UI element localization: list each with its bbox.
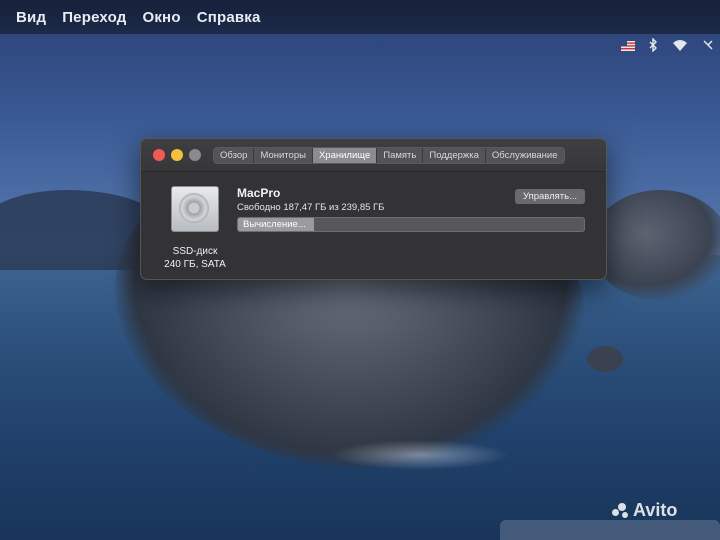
us-flag-icon[interactable] (621, 40, 635, 54)
dock (500, 520, 720, 540)
close-button[interactable] (153, 149, 165, 161)
menu-help[interactable]: Справка (197, 9, 261, 26)
wallpaper-rock (590, 190, 720, 300)
tab-storage[interactable]: Хранилище (312, 148, 378, 163)
manage-button[interactable]: Управлять... (515, 189, 585, 204)
wallpaper-small-rock (587, 346, 623, 372)
minimize-button[interactable] (171, 149, 183, 161)
tab-support[interactable]: Поддержка (423, 148, 486, 163)
wifi-icon[interactable] (672, 39, 688, 54)
disk-caption: SSD-диск 240 ГБ, SATA (155, 245, 235, 271)
window-titlebar[interactable]: Обзор Мониторы Хранилище Память Поддержк… (141, 139, 606, 172)
menu-window[interactable]: Окно (142, 9, 180, 26)
tab-displays[interactable]: Мониторы (254, 148, 313, 163)
volume-name: MacPro (237, 186, 281, 200)
watermark-text: Avito (633, 500, 678, 520)
tab-memory[interactable]: Память (377, 148, 424, 163)
menu-view[interactable]: Вид (16, 9, 46, 26)
disk-size-label: 240 ГБ, SATA (164, 259, 226, 270)
calculating-label: Вычисление... (243, 219, 306, 230)
avito-logo-icon (612, 502, 630, 519)
about-this-mac-window: Обзор Мониторы Хранилище Память Поддержк… (140, 138, 607, 280)
avito-watermark: Avito (612, 500, 677, 521)
zoom-button[interactable] (189, 149, 201, 161)
more-icon[interactable] (702, 39, 714, 54)
tab-overview[interactable]: Обзор (214, 148, 255, 163)
bluetooth-icon[interactable] (649, 37, 658, 55)
tab-service[interactable]: Обслуживание (485, 148, 564, 163)
tab-bar: Обзор Мониторы Хранилище Память Поддержк… (213, 147, 565, 164)
menu-go[interactable]: Переход (62, 9, 126, 26)
free-space-label: Свободно 187,47 ГБ из 239,85 ГБ (237, 202, 385, 213)
status-area (621, 37, 714, 55)
hard-drive-icon (171, 186, 219, 232)
disk-type-label: SSD-диск (172, 246, 218, 257)
menu-bar: Вид Переход Окно Справка (0, 0, 720, 34)
storage-usage-bar: Вычисление... (237, 217, 585, 232)
storage-panel: SSD-диск 240 ГБ, SATA MacPro Свободно 18… (141, 172, 606, 279)
wallpaper-surf (330, 440, 510, 470)
